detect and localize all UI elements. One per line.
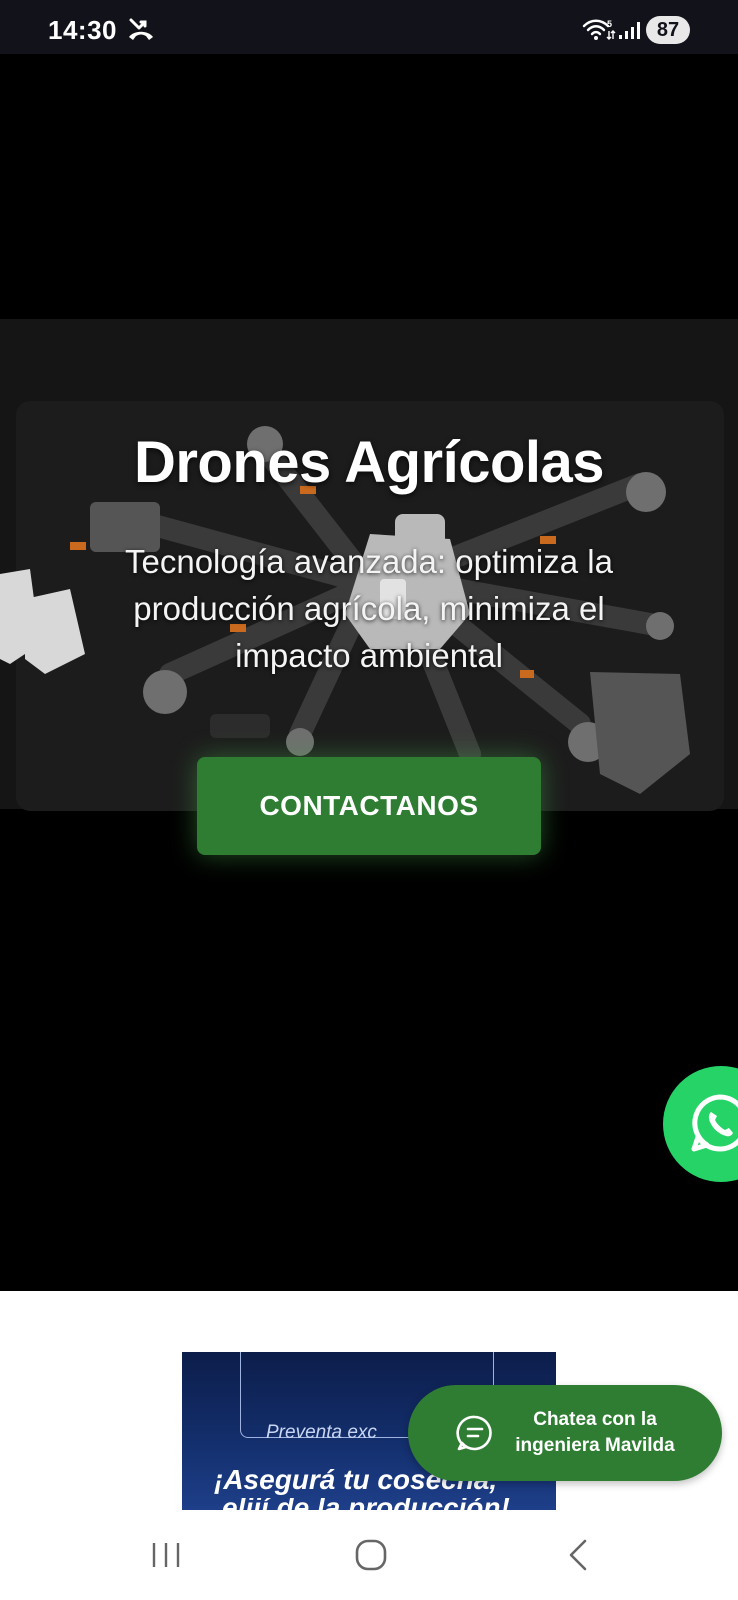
back-icon[interactable]	[566, 1538, 590, 1572]
recents-icon[interactable]	[150, 1540, 182, 1570]
status-time: 14:30	[48, 15, 117, 45]
hero-title: Drones Agrícolas	[133, 430, 605, 495]
whatsapp-button[interactable]	[663, 1066, 738, 1182]
chat-widget-label: Chatea con la ingeniera Mavilda	[515, 1409, 675, 1456]
signal-icon	[619, 22, 640, 39]
promo-subline-wrapper: elijí de la producción!	[222, 1498, 522, 1510]
missed-call-icon	[129, 18, 153, 40]
contact-button[interactable]: CONTACTANOS	[197, 757, 541, 855]
whatsapp-icon	[691, 1094, 738, 1152]
promo-subline: elijí de la producción!	[222, 1498, 522, 1510]
wifi-icon: 5	[582, 19, 616, 40]
page-content: Drones Agrícolas Tecnología avanzada: op…	[0, 54, 738, 1510]
status-bar: 14:30 5 87	[0, 0, 738, 54]
home-icon[interactable]	[354, 1538, 388, 1572]
battery-level: 87	[646, 16, 690, 44]
chat-bubble-icon	[456, 1415, 492, 1451]
promo-tag: Preventa exc	[266, 1422, 377, 1443]
hero-subtitle: Tecnología avanzada: optimiza la producc…	[125, 543, 613, 674]
system-nav-bar	[0, 1510, 738, 1600]
chat-widget-button[interactable]: Chatea con la ingeniera Mavilda	[408, 1385, 722, 1481]
svg-text:5: 5	[607, 19, 612, 29]
